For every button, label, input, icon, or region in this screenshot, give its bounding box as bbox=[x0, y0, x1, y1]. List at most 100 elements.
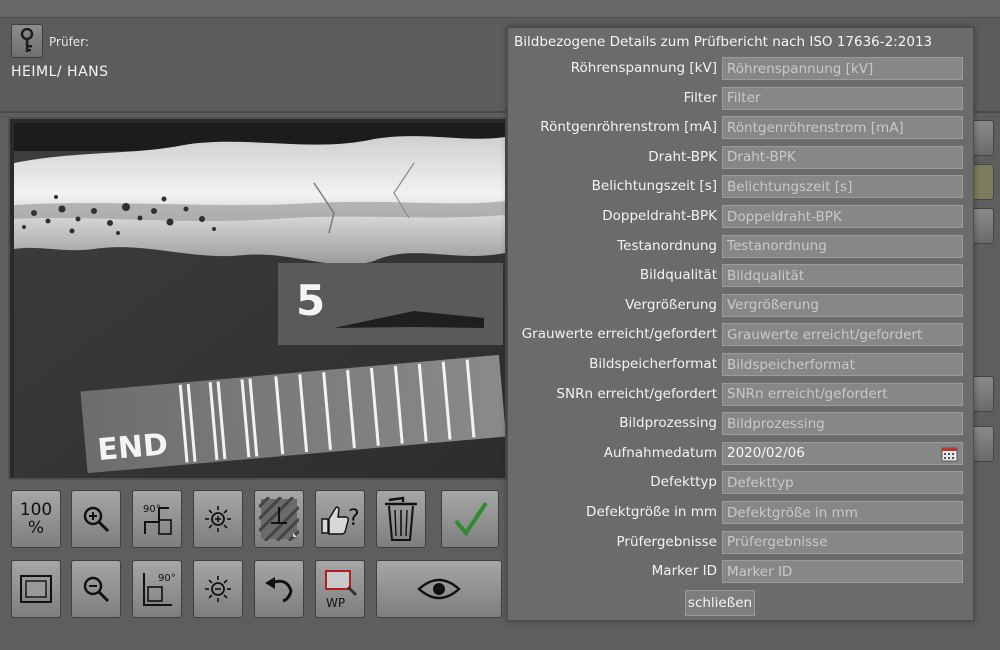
field-row-prüfergebnisse: Prüfergebnisse bbox=[508, 530, 975, 554]
rotate-90-button[interactable]: 90° bbox=[132, 490, 182, 548]
field-label: Vergrößerung bbox=[625, 296, 717, 313]
field-input-marker-id[interactable] bbox=[722, 560, 963, 584]
field-row-röhrenspannung-kv: Röhrenspannung [kV] bbox=[508, 57, 975, 80]
wp-icon: WP bbox=[325, 570, 358, 610]
field-input-testanordnung[interactable] bbox=[722, 234, 963, 258]
radiograph-image[interactable]: 5 END bbox=[14, 123, 505, 478]
zoom-out-icon bbox=[83, 576, 110, 603]
field-row-bildprozessing: Bildprozessing bbox=[508, 412, 975, 436]
brightness-up-icon bbox=[205, 506, 231, 532]
field-input-filter[interactable] bbox=[722, 86, 963, 110]
field-row-vergrößerung: Vergrößerung bbox=[508, 293, 975, 317]
field-row-snrn-erreicht-gefordert: SNRn erreicht/gefordert bbox=[508, 382, 975, 406]
field-label: Draht-BPK bbox=[648, 148, 717, 165]
field-input-grauwerte-erreicht-gefordert[interactable] bbox=[722, 323, 963, 347]
field-label: Röhrenspannung [kV] bbox=[570, 60, 717, 76]
zoom-100-label: 100 % bbox=[19, 500, 53, 538]
fit-screen-icon bbox=[20, 575, 52, 603]
field-input-bildspeicherformat[interactable] bbox=[722, 353, 963, 376]
title-strip bbox=[0, 0, 1000, 18]
field-input-doppeldraht-bpk[interactable] bbox=[722, 205, 963, 228]
radiograph-viewer[interactable]: 5 END bbox=[8, 117, 507, 480]
key-icon bbox=[20, 28, 34, 52]
quality-question-label: ? bbox=[348, 506, 360, 531]
image-details-dialog: Bildbezogene Details zum Prüfbericht nac… bbox=[507, 27, 974, 621]
undo-button[interactable] bbox=[254, 560, 304, 618]
field-label: Bildprozessing bbox=[619, 415, 717, 432]
pruefer-label: Prüfer: bbox=[49, 35, 89, 49]
rotate-right-icon: 90° bbox=[143, 504, 172, 535]
zoom-100-button[interactable]: 100 % bbox=[11, 490, 61, 548]
field-label: Prüfergebnisse bbox=[616, 533, 717, 550]
zoom-out-button[interactable] bbox=[71, 560, 121, 618]
field-row-grauwerte-erreicht-gefordert: Grauwerte erreicht/gefordert bbox=[508, 323, 975, 347]
undo-icon bbox=[265, 577, 293, 603]
field-label: Grauwerte erreicht/gefordert bbox=[521, 326, 717, 343]
line-profile-icon bbox=[259, 497, 299, 541]
pruefer-name: HEIML/ HANS bbox=[11, 64, 109, 80]
field-input-bildprozessing[interactable] bbox=[722, 412, 963, 436]
field-row-aufnahmedatum: Aufnahmedatum bbox=[508, 441, 975, 465]
field-row-doppeldraht-bpk: Doppeldraht-BPK bbox=[508, 205, 975, 228]
brightness-down-button[interactable] bbox=[193, 560, 243, 618]
field-label: Testanordnung bbox=[617, 237, 717, 254]
field-row-belichtungszeit-s: Belichtungszeit [s] bbox=[508, 175, 975, 199]
checkmark-icon bbox=[454, 501, 488, 537]
field-input-draht-bpk[interactable] bbox=[722, 145, 963, 169]
rotate-left-icon: 90° bbox=[143, 573, 176, 606]
field-input-defekttyp[interactable] bbox=[722, 471, 963, 495]
image-toolbar: 100 % 90° ? 90° WP bbox=[8, 485, 508, 625]
field-row-testanordnung: Testanordnung bbox=[508, 234, 975, 258]
delete-button[interactable] bbox=[376, 490, 426, 548]
field-label: Defekttyp bbox=[650, 474, 717, 491]
quality-rating-button[interactable]: ? bbox=[315, 490, 365, 548]
field-input-prüfergebnisse[interactable] bbox=[722, 530, 963, 554]
zoom-in-button[interactable] bbox=[71, 490, 121, 548]
field-label: Bildqualität bbox=[639, 267, 717, 284]
rotate-minus-90-label: 90° bbox=[158, 573, 176, 584]
field-input-aufnahmedatum[interactable] bbox=[722, 441, 963, 465]
field-label: Röntgenröhrenstrom [mA] bbox=[540, 119, 717, 136]
zoom-in-icon bbox=[83, 506, 110, 533]
xray-marker-number: 5 bbox=[296, 276, 325, 325]
field-input-snrn-erreicht-gefordert[interactable] bbox=[722, 382, 963, 406]
wp-button[interactable]: WP bbox=[315, 560, 365, 618]
field-input-defektgröße-in-mm[interactable] bbox=[722, 501, 963, 524]
dialog-title: Bildbezogene Details zum Prüfbericht nac… bbox=[514, 34, 933, 50]
field-row-defektgröße-in-mm: Defektgröße in mm bbox=[508, 501, 975, 524]
field-row-röntgenröhrenstrom-ma: Röntgenröhrenstrom [mA] bbox=[508, 116, 975, 140]
field-input-röhrenspannung-kv[interactable] bbox=[722, 57, 963, 80]
line-profile-button[interactable] bbox=[254, 490, 304, 548]
field-input-vergrößerung[interactable] bbox=[722, 293, 963, 317]
field-label: Marker ID bbox=[651, 563, 717, 580]
rotate-minus-90-button[interactable]: 90° bbox=[132, 560, 182, 618]
field-label: Doppeldraht-BPK bbox=[602, 208, 717, 224]
trash-icon bbox=[385, 496, 417, 541]
field-row-bildqualität: Bildqualität bbox=[508, 264, 975, 288]
field-label: SNRn erreicht/gefordert bbox=[556, 385, 717, 402]
field-input-röntgenröhrenstrom-ma[interactable] bbox=[722, 116, 963, 140]
field-row-defekttyp: Defekttyp bbox=[508, 471, 975, 495]
field-row-marker-id: Marker ID bbox=[508, 560, 975, 584]
brightness-up-button[interactable] bbox=[193, 490, 243, 548]
field-input-belichtungszeit-s[interactable] bbox=[722, 175, 963, 199]
field-label: Filter bbox=[683, 89, 717, 106]
field-label: Belichtungszeit [s] bbox=[591, 178, 717, 195]
xray-end-marker: END bbox=[96, 427, 169, 468]
visibility-toggle-button[interactable] bbox=[376, 560, 502, 618]
thumb-question-icon: ? bbox=[321, 506, 360, 535]
confirm-button[interactable] bbox=[441, 490, 499, 548]
brightness-down-icon bbox=[205, 576, 231, 602]
field-label: Bildspeicherformat bbox=[589, 356, 717, 372]
field-row-filter: Filter bbox=[508, 86, 975, 110]
field-input-bildqualität[interactable] bbox=[722, 264, 963, 288]
fit-screen-button[interactable] bbox=[11, 560, 61, 618]
eye-icon bbox=[417, 578, 461, 600]
calendar-icon[interactable] bbox=[941, 445, 958, 462]
key-button[interactable] bbox=[11, 24, 43, 58]
field-row-bildspeicherformat: Bildspeicherformat bbox=[508, 353, 975, 376]
field-label: Defektgröße in mm bbox=[586, 504, 717, 520]
field-label: Aufnahmedatum bbox=[603, 444, 717, 461]
close-button[interactable]: schließen bbox=[685, 590, 755, 616]
field-row-draht-bpk: Draht-BPK bbox=[508, 145, 975, 169]
